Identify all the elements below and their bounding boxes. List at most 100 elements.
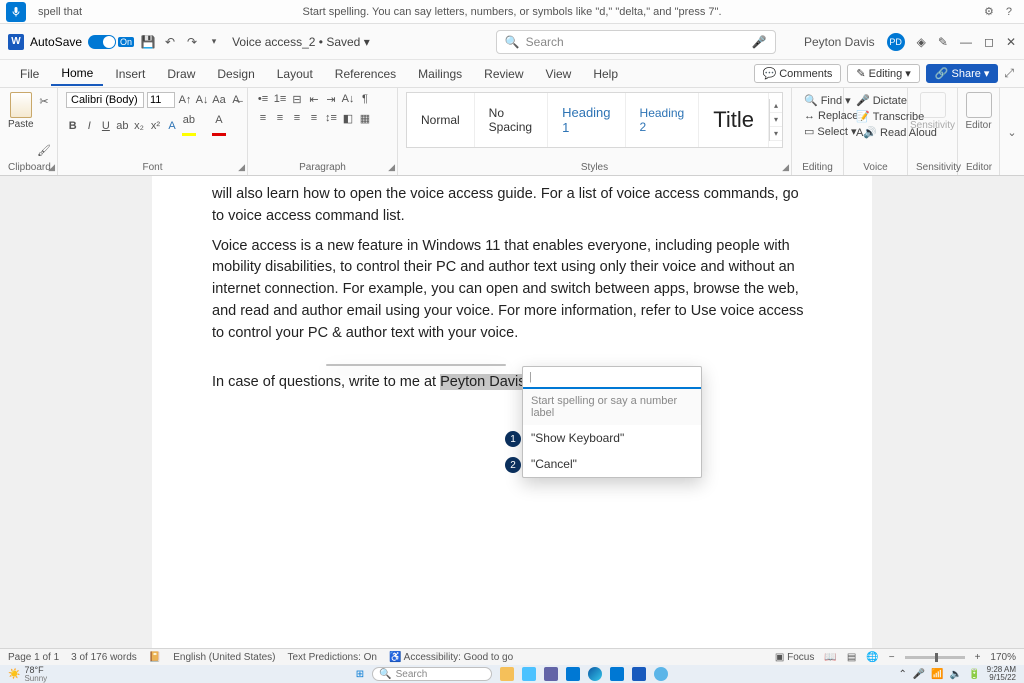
spell-option-show-keyboard[interactable]: 1 "Show Keyboard" (523, 425, 701, 451)
align-right-button[interactable]: ≡ (290, 111, 304, 125)
clear-formatting-icon[interactable]: A̶ (229, 93, 243, 107)
accessibility-status[interactable]: ♿ Accessibility: Good to go (389, 652, 513, 663)
subscript-button[interactable]: x₂ (132, 119, 146, 133)
find-button[interactable]: 🔍 Find ▾ (804, 94, 831, 107)
zoom-in-button[interactable]: + (975, 652, 981, 663)
font-name-select[interactable] (66, 92, 144, 108)
tab-help[interactable]: Help (583, 63, 628, 85)
tab-references[interactable]: References (325, 63, 406, 85)
pen-icon[interactable]: ✎ (938, 35, 948, 49)
voice-settings-icon[interactable]: ⚙ (984, 5, 994, 18)
paste-button[interactable] (10, 92, 32, 118)
tray-wifi-icon[interactable]: 📶 (931, 669, 943, 680)
italic-button[interactable]: I (83, 119, 97, 133)
superscript-button[interactable]: x² (149, 119, 163, 133)
sort-button[interactable]: A↓ (341, 92, 355, 106)
text-predictions[interactable]: Text Predictions: On (288, 652, 377, 663)
taskbar-edge-icon[interactable] (588, 667, 602, 681)
tab-draw[interactable]: Draw (157, 63, 205, 85)
increase-indent-button[interactable]: ⇥ (324, 92, 338, 106)
taskbar-mail-icon[interactable] (566, 667, 580, 681)
taskbar-store-icon[interactable] (610, 667, 624, 681)
focus-mode-button[interactable]: ▣ Focus (775, 652, 814, 663)
tray-battery-icon[interactable]: 🔋 (968, 669, 980, 680)
tray-chevron-icon[interactable]: ⌃ (898, 669, 906, 680)
font-color-button[interactable]: A (212, 113, 239, 139)
styles-gallery[interactable]: Normal No Spacing Heading 1 Heading 2 Ti… (406, 92, 783, 148)
taskbar-accessibility-icon[interactable] (654, 667, 668, 681)
format-painter-icon[interactable]: 🖌 (37, 143, 51, 157)
voice-help-icon[interactable]: ? (1006, 6, 1012, 18)
text-effects-icon[interactable]: A (165, 119, 179, 133)
zoom-out-button[interactable]: − (889, 652, 895, 663)
share-button[interactable]: 🔗 Share ▾ (926, 64, 999, 83)
transcribe-button[interactable]: 📝 Transcribe (856, 110, 895, 123)
minimize-button[interactable]: — (960, 35, 972, 49)
font-dialog-launcher[interactable]: ◢ (238, 162, 245, 173)
tab-home[interactable]: Home (51, 62, 103, 86)
spell-input[interactable]: | (523, 367, 701, 389)
view-web-icon[interactable]: 🌐 (866, 652, 878, 663)
align-center-button[interactable]: ≡ (273, 111, 287, 125)
dictate-button[interactable]: 🎤 Dictate (856, 94, 895, 107)
sensitivity-button[interactable]: Sensitivity (910, 120, 955, 131)
taskbar-chat-icon[interactable] (544, 667, 558, 681)
editor-button[interactable]: Editor (965, 120, 991, 131)
undo-icon[interactable]: ↶ (162, 34, 178, 50)
taskbar-explorer-icon[interactable] (500, 667, 514, 681)
tray-clock[interactable]: 9:28 AM 9/15/22 (987, 666, 1016, 682)
autosave-toggle[interactable] (88, 35, 116, 49)
clipboard-dialog-launcher[interactable]: ◢ (48, 162, 55, 173)
tab-insert[interactable]: Insert (105, 63, 155, 85)
read-aloud-button[interactable]: A🔊 Read Aloud (856, 126, 895, 139)
ribbon-options-icon[interactable]: ⌄ (1007, 126, 1016, 139)
tab-layout[interactable]: Layout (267, 63, 323, 85)
style-heading1[interactable]: Heading 1 (548, 93, 625, 147)
tab-view[interactable]: View (536, 63, 582, 85)
shading-button[interactable]: ◧ (341, 111, 355, 125)
user-name-label[interactable]: Peyton Davis (804, 35, 875, 49)
document-name[interactable]: Voice access_2 • Saved ▾ (232, 35, 370, 49)
tab-review[interactable]: Review (474, 63, 533, 85)
language-indicator[interactable]: English (United States) (173, 652, 275, 663)
multilevel-list-button[interactable]: ⊟ (290, 92, 304, 106)
sensitivity-icon[interactable] (920, 92, 946, 118)
document-area[interactable]: will also learn how to open the voice ac… (0, 176, 1024, 648)
spell-option-cancel[interactable]: 2 "Cancel" (523, 451, 701, 477)
diamond-icon[interactable]: ◈ (917, 35, 926, 49)
styles-dialog-launcher[interactable]: ◢ (782, 162, 789, 173)
tab-file[interactable]: File (10, 63, 49, 85)
style-heading2[interactable]: Heading 2 (626, 93, 700, 147)
numbering-button[interactable]: 1≡ (273, 92, 287, 106)
comments-button[interactable]: 💬 Comments (754, 64, 842, 83)
strikethrough-button[interactable]: ab (116, 119, 130, 133)
tab-design[interactable]: Design (207, 63, 264, 85)
bold-button[interactable]: B (66, 119, 80, 133)
underline-button[interactable]: U (99, 119, 113, 133)
decrease-indent-button[interactable]: ⇤ (307, 92, 321, 106)
highlight-color-button[interactable]: ab (182, 113, 209, 139)
start-button[interactable]: ⊞ (356, 669, 364, 680)
redo-icon[interactable]: ↷ (184, 34, 200, 50)
line-spacing-button[interactable]: ↕≡ (324, 111, 338, 125)
style-no-spacing[interactable]: No Spacing (475, 93, 548, 147)
taskbar-search[interactable]: 🔍 Search (372, 667, 492, 681)
tab-mailings[interactable]: Mailings (408, 63, 472, 85)
styles-expand[interactable]: ▾ (770, 127, 782, 141)
word-count[interactable]: 3 of 176 words (71, 652, 137, 663)
taskbar-widgets-icon[interactable] (522, 667, 536, 681)
font-size-select[interactable] (147, 92, 175, 108)
view-read-icon[interactable]: 📖 (824, 652, 836, 663)
align-left-button[interactable]: ≡ (256, 111, 270, 125)
editor-icon[interactable] (966, 92, 992, 118)
cut-icon[interactable]: ✂ (37, 94, 51, 108)
ribbon-collapse-icon[interactable]: ⤢ (1004, 66, 1014, 81)
search-mic-icon[interactable]: 🎤 (752, 35, 767, 49)
save-icon[interactable]: 💾 (140, 34, 156, 50)
increase-font-icon[interactable]: A↑ (178, 93, 192, 107)
style-title[interactable]: Title (699, 93, 769, 147)
taskbar-word-icon[interactable] (632, 667, 646, 681)
justify-button[interactable]: ≡ (307, 111, 321, 125)
page-indicator[interactable]: Page 1 of 1 (8, 652, 59, 663)
voice-mic-button[interactable] (6, 2, 26, 22)
